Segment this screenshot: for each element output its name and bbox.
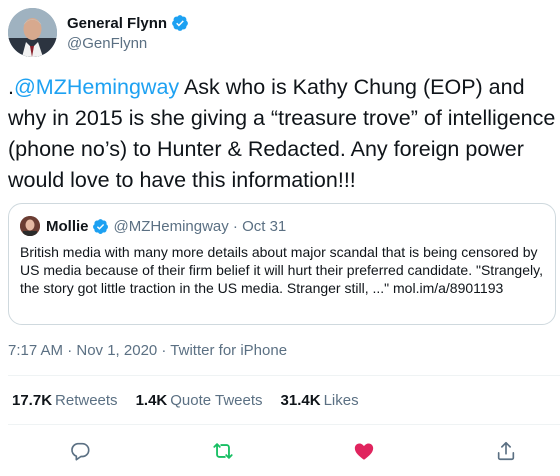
likes-label: Likes bbox=[323, 392, 359, 409]
retweet-icon bbox=[213, 443, 233, 459]
action-bar bbox=[0, 436, 560, 466]
mention-link[interactable]: @MZHemingway bbox=[14, 75, 179, 99]
verified-badge-icon bbox=[92, 218, 108, 234]
quotes-label: Quote Tweets bbox=[170, 392, 263, 409]
quoted-tweet-text: British media with many more details abo… bbox=[20, 244, 543, 296]
retweets-stat[interactable]: 17.7K Retweets bbox=[12, 392, 118, 409]
likes-count: 31.4K bbox=[280, 392, 321, 409]
like-button[interactable] bbox=[349, 436, 379, 466]
retweets-count: 17.7K bbox=[12, 392, 53, 409]
quoted-author-avatar bbox=[20, 216, 40, 236]
reply-icon bbox=[71, 442, 90, 461]
profile-photo bbox=[8, 8, 57, 57]
retweet-button[interactable] bbox=[208, 436, 238, 466]
tweet-header: General Flynn @GenFlynn bbox=[8, 8, 548, 58]
verified-badge-icon bbox=[172, 15, 188, 31]
tweet-body: .@MZHemingway Ask who is Kathy Chung (EO… bbox=[8, 72, 556, 196]
likes-stat[interactable]: 31.4K Likes bbox=[281, 392, 359, 409]
quoted-tweet[interactable]: Mollie @MZHemingway · Oct 31 British med… bbox=[8, 203, 556, 325]
divider bbox=[8, 424, 560, 425]
author-display-name[interactable]: General Flynn bbox=[67, 15, 167, 32]
quoted-profile-photo bbox=[20, 216, 40, 236]
author-handle[interactable]: @GenFlynn bbox=[67, 35, 147, 52]
retweets-label: Retweets bbox=[55, 392, 118, 409]
quoted-author-name: Mollie bbox=[46, 217, 89, 235]
tweet-stats: 17.7K Retweets 1.4K Quote Tweets 31.4K Like… bbox=[12, 392, 377, 409]
quotes-count: 1.4K bbox=[135, 392, 168, 409]
quote-tweets-stat[interactable]: 1.4K Quote Tweets bbox=[136, 392, 263, 409]
heart-icon bbox=[354, 443, 374, 460]
share-icon bbox=[497, 441, 515, 461]
quoted-handle-date: @MZHemingway · Oct 31 bbox=[113, 217, 287, 235]
tweet-timestamp[interactable]: 7:17 AM · Nov 1, 2020 · Twitter for iPho… bbox=[8, 342, 287, 359]
author-avatar[interactable] bbox=[8, 8, 57, 57]
reply-button[interactable] bbox=[65, 436, 95, 466]
quoted-tweet-header: Mollie @MZHemingway · Oct 31 bbox=[20, 216, 286, 236]
share-button[interactable] bbox=[491, 436, 521, 466]
divider bbox=[8, 375, 560, 376]
author-name-row[interactable]: General Flynn bbox=[67, 14, 189, 32]
